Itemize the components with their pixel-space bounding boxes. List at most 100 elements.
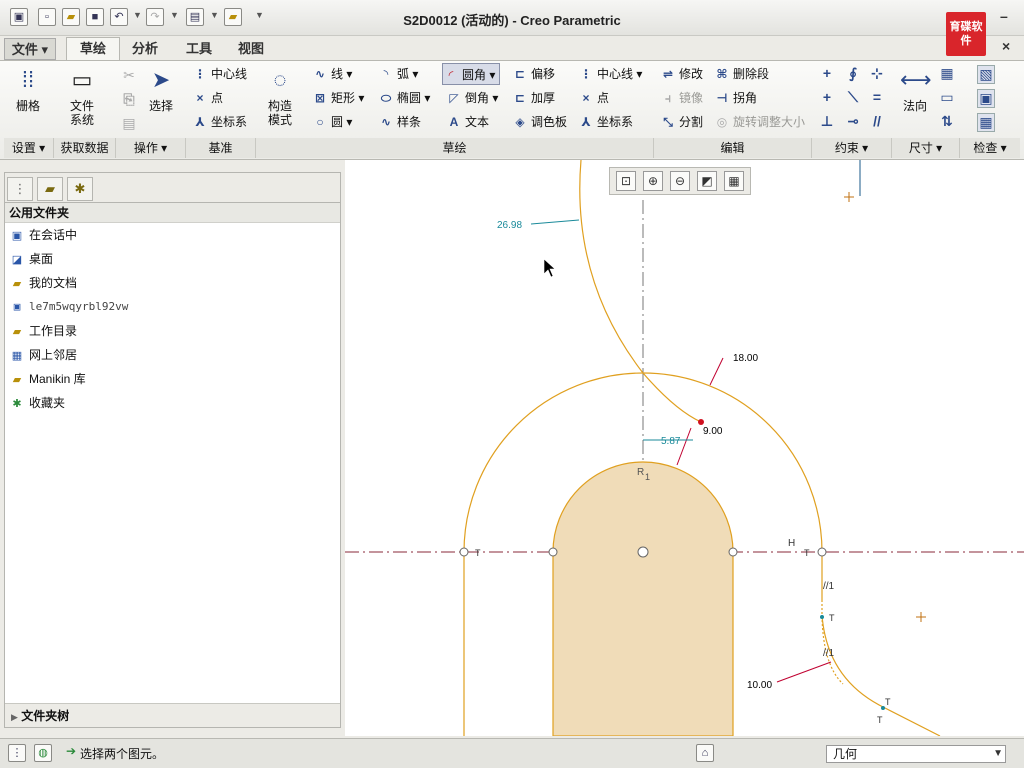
arc-button[interactable]: ◝ 弧 ▾ [378, 63, 419, 85]
shade-closed-loops-icon[interactable]: ▦ [977, 113, 995, 132]
grid-button[interactable]: ⁞⁞ 栅格 [10, 65, 46, 113]
cut-icon[interactable]: ✂ [120, 67, 138, 84]
selection-filter-dropdown[interactable]: 几何 ▼ [826, 745, 1006, 763]
group-sketch: 草绘 [256, 138, 654, 158]
selection-mode-icon[interactable]: ⌂ [696, 744, 714, 762]
sketch-svg[interactable]: 26.98 18.00 9.00 5.87 10.00 R 1 H T T T … [345, 160, 1024, 736]
perpendicular-constraint-icon[interactable]: ⊥ [818, 113, 836, 130]
shaded-section[interactable] [552, 461, 734, 736]
browser-toggle-icon[interactable]: ◍ [34, 744, 52, 762]
zoom-in-icon[interactable]: ⊕ [643, 171, 663, 191]
line-button[interactable]: ∿ 线 ▾ [312, 63, 352, 85]
datum-point-button[interactable]: × 点 [192, 87, 223, 109]
text-button[interactable]: A 文本 [446, 111, 489, 133]
ellipse-button[interactable]: ⬭ 椭圆 ▾ [378, 87, 431, 109]
folder-in-session[interactable]: ▣ 在会话中 [5, 223, 340, 247]
folder-favorites[interactable]: ✱ 收藏夹 [5, 391, 340, 415]
rotate-resize-button[interactable]: ◎ 旋转调整大小 [714, 111, 805, 133]
folder-my-documents[interactable]: ▰ 我的文档 [5, 271, 340, 295]
modify-button[interactable]: ⇌ 修改 [660, 63, 703, 85]
folder-desktop[interactable]: ◪ 桌面 [5, 247, 340, 271]
fillet-button[interactable]: ◜ 圆角 ▾ [442, 63, 501, 85]
tab-view[interactable]: 视图 [228, 38, 274, 60]
text-icon: A [449, 115, 459, 129]
offset-button[interactable]: ⊏ 偏移 [512, 63, 555, 85]
thicken-button[interactable]: ⊏ 加厚 [512, 87, 555, 109]
datum-coord-button[interactable]: ⅄ 坐标系 [192, 111, 247, 133]
sketch-coord-button[interactable]: ⅄ 坐标系 [578, 111, 633, 133]
folder-working-dir[interactable]: ▰ 工作目录 [5, 319, 340, 343]
modify-icon: ⇌ [662, 67, 674, 81]
coincident-constraint-icon[interactable]: ⟍ [844, 89, 862, 106]
folder-browser-tab-icon[interactable]: ▰ [37, 177, 63, 201]
corner-button[interactable]: ⊣ 拐角 [714, 87, 758, 109]
paste-icon[interactable]: ▤ [120, 115, 138, 132]
group-inspect[interactable]: 检查 ▾ [960, 138, 1020, 158]
display-style-icon[interactable]: ▦ [724, 171, 744, 191]
parallel-constraint-icon[interactable]: // [868, 113, 886, 129]
status-bar: ⋮ ◍ ➔ 选择两个图元。 ⌂ 几何 ▼ [0, 738, 1024, 768]
dim-18-00[interactable]: 18.00 [733, 353, 758, 364]
delete-segment-button[interactable]: ⌘ 删除段 [714, 63, 769, 85]
dim-5-87[interactable]: 5.87 [661, 436, 681, 447]
folder-manikin[interactable]: ▰ Manikin 库 [5, 367, 340, 391]
minimize-button[interactable]: – [1000, 8, 1008, 24]
dim-26-98[interactable]: 26.98 [497, 220, 522, 231]
construction-mode-button[interactable]: ◌ 构造 模式 [262, 65, 298, 127]
point-icon: × [582, 91, 590, 105]
vertical-constraint-icon[interactable]: + [818, 65, 836, 81]
folder-computer[interactable]: ▣ le7m5wqyrbl92vw [5, 295, 340, 319]
tab-sketch[interactable]: 草绘 [66, 37, 120, 61]
navigator-toggle-icon[interactable]: ⋮ [8, 744, 26, 762]
group-constraints[interactable]: 约束 ▾ [812, 138, 892, 158]
group-setup[interactable]: 设置 ▾ [4, 138, 54, 158]
group-operations[interactable]: 操作 ▾ [116, 138, 186, 158]
reference-dimension-icon[interactable]: ⇅ [938, 113, 956, 130]
tab-tools[interactable]: 工具 [176, 38, 222, 60]
reference-point-1[interactable] [844, 192, 854, 202]
spline-button[interactable]: ∿ 样条 [378, 111, 421, 133]
upper-spline-curve[interactable] [579, 160, 702, 423]
zoom-out-icon[interactable]: ⊖ [670, 171, 690, 191]
select-button[interactable]: ➤ 选择 [142, 65, 180, 113]
selected-vertex[interactable] [698, 419, 704, 425]
tab-analysis[interactable]: 分析 [122, 38, 168, 60]
sketch-point-button[interactable]: × 点 [578, 87, 609, 109]
equal-constraint-icon[interactable]: = [868, 89, 886, 105]
copy-icon[interactable]: ⎘ [120, 91, 138, 108]
midpoint-constraint-icon[interactable]: ⊹ [868, 65, 886, 82]
horizontal-constraint-icon[interactable]: + [818, 89, 836, 105]
circle-button[interactable]: ○ 圆 ▾ [312, 111, 352, 133]
model-tree-tab-icon[interactable]: ⋮ [7, 177, 33, 201]
reference-point-2[interactable] [916, 612, 926, 622]
normal-dimension-button[interactable]: ⟷ 法向 [898, 65, 932, 113]
sketch-centerline-button[interactable]: ⋮ 中心线 ▾ [578, 63, 642, 85]
sketch-canvas[interactable]: 26.98 18.00 9.00 5.87 10.00 R 1 H T T T … [345, 160, 1024, 736]
divide-button[interactable]: ⤡ 分割 [660, 111, 703, 133]
sketch-view-icon[interactable]: ◩ [697, 171, 717, 191]
rotate-resize-icon: ◎ [716, 115, 728, 129]
group-dimension[interactable]: 尺寸 ▾ [892, 138, 960, 158]
overlapping-geometry-icon[interactable]: ▧ [977, 65, 995, 84]
mirror-button[interactable]: ⫞ 镜像 [660, 87, 703, 109]
perimeter-dimension-icon[interactable]: ▦ [938, 65, 956, 82]
favorites-tab-icon[interactable]: ✱ [67, 177, 93, 201]
dim-9-00[interactable]: 9.00 [703, 426, 723, 437]
symmetric-constraint-icon[interactable]: ⊸ [844, 113, 862, 130]
highlight-open-ends-icon[interactable]: ▣ [977, 89, 995, 108]
tangent-point-a[interactable] [820, 615, 824, 619]
tab-file[interactable]: 文件 ▾ [4, 38, 56, 60]
file-system-button[interactable]: ▭ 文件 系统 [62, 65, 102, 127]
tangent-constraint-icon[interactable]: ∮ [844, 65, 862, 82]
palette-button[interactable]: ◈ 调色板 [512, 111, 567, 133]
refit-icon[interactable]: ⊡ [616, 171, 636, 191]
folder-tree-toggle[interactable]: ▶ 文件夹树 [5, 703, 340, 727]
tangent-label-3: T [829, 613, 835, 623]
baseline-dimension-icon[interactable]: ▭ [938, 89, 956, 106]
datum-centerline-button[interactable]: ⋮ 中心线 [192, 63, 247, 85]
folder-network[interactable]: ▦ 网上邻居 [5, 343, 340, 367]
cursor-arrow-icon: ➤ [151, 67, 171, 92]
chamfer-button[interactable]: ◸ 倒角 ▾ [446, 87, 498, 109]
dim-10-00[interactable]: 10.00 [747, 680, 772, 691]
rectangle-button[interactable]: ⊠ 矩形 ▾ [312, 87, 364, 109]
